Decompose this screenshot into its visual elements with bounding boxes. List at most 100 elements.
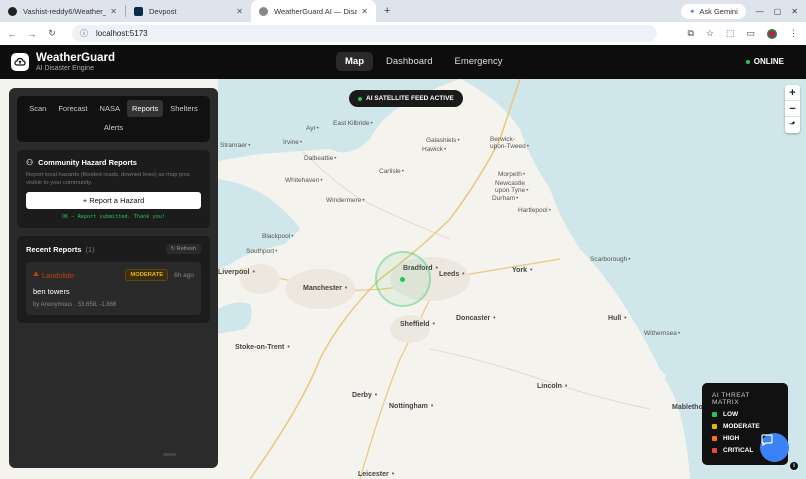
ask-gemini-label: Ask Gemini xyxy=(699,6,738,16)
tab-title: Devpost xyxy=(149,6,177,16)
tab-reports[interactable]: Reports xyxy=(126,100,164,117)
city-label: Galashiels xyxy=(426,137,460,144)
city-label: Scarborough xyxy=(590,256,631,263)
report-hazard-button[interactable]: + Report a Hazard xyxy=(26,192,201,209)
city-label: Morpeth xyxy=(498,171,525,178)
tab-alerts[interactable]: Alerts xyxy=(99,119,128,136)
city-label: Southport xyxy=(246,248,277,255)
city-label: Derby xyxy=(352,392,377,399)
severity-badge: MODERATE xyxy=(125,269,169,281)
recent-reports-heading: Recent Reports (1) xyxy=(26,245,95,254)
community-reports-title: Community Hazard Reports xyxy=(38,158,137,167)
app-header: WeatherGuard AI Disaster Engine Map Dash… xyxy=(0,45,806,79)
legend-label: HIGH xyxy=(723,435,740,442)
city-label: Doncaster xyxy=(456,315,496,322)
status-dot xyxy=(745,59,750,64)
feed-status-dot xyxy=(358,96,362,101)
app-name: WeatherGuard xyxy=(36,51,116,64)
minimize-icon[interactable]: — xyxy=(756,7,764,16)
recent-reports-count: (1) xyxy=(85,244,95,254)
legend-label: LOW xyxy=(723,411,739,418)
chat-button[interactable] xyxy=(760,433,789,462)
recent-reports-title: Recent Reports xyxy=(26,244,82,254)
close-icon[interactable]: ✕ xyxy=(361,7,368,16)
zoom-out-button[interactable]: − xyxy=(785,101,800,117)
nav-emergency[interactable]: Emergency xyxy=(445,52,511,71)
extensions-icon[interactable]: ⬚ xyxy=(726,28,735,39)
github-icon xyxy=(8,6,17,16)
legend-swatch xyxy=(712,424,717,429)
report-item[interactable]: ⛰ Landslide MODERATE 6h ago ben towers b… xyxy=(26,262,201,315)
submit-confirmation: OK — Report submitted. Thank you! xyxy=(61,214,166,220)
ask-gemini-button[interactable]: ✦ Ask Gemini xyxy=(681,3,746,19)
refresh-button[interactable]: ↻ Refresh xyxy=(165,244,201,254)
zoom-controls: + − ⬏ xyxy=(785,85,800,133)
landslide-icon: ⛰ xyxy=(33,271,39,278)
window-controls: ✦ Ask Gemini — ▢ ✕ xyxy=(681,0,806,22)
report-type-label: Landslide xyxy=(41,270,74,280)
city-label: Withernsea xyxy=(644,330,680,337)
community-reports-description: Report local hazards (flooded roads, dow… xyxy=(26,172,190,186)
brand: WeatherGuard AI Disaster Engine xyxy=(36,52,115,73)
attribution-info-icon[interactable]: i xyxy=(790,462,798,470)
bookmark-star-icon[interactable]: ☆ xyxy=(706,28,714,39)
profile-avatar[interactable] xyxy=(767,28,777,39)
legend-swatch xyxy=(712,448,717,453)
menu-icon[interactable]: ⋮ xyxy=(789,28,798,39)
back-icon[interactable]: ← xyxy=(2,29,22,39)
main-nav: Map Dashboard Emergency xyxy=(336,52,512,71)
address-bar-row: ← → ↻ ⓘ localhost:5173 ⧉ ☆ ⬚ ▭ ⋮ xyxy=(0,22,806,45)
close-icon[interactable]: ✕ xyxy=(236,7,243,16)
panel-tabs: Scan Forecast NASA Reports Shelters Aler… xyxy=(17,96,210,142)
city-label: Sheffield xyxy=(400,321,435,328)
browser-tab-weatherguard[interactable]: WeatherGuard AI — Disaster Pr... ✕ xyxy=(251,0,376,22)
browser-toolbar-icons: ⧉ ☆ ⬚ ▭ ⋮ xyxy=(687,22,798,45)
app-subtitle: AI Disaster Engine xyxy=(36,64,94,72)
nav-dashboard[interactable]: Dashboard xyxy=(377,52,441,71)
zoom-in-button[interactable]: + xyxy=(785,85,800,101)
legend-swatch xyxy=(712,436,717,441)
tab-title: WeatherGuard AI — Disaster Pr... xyxy=(274,6,358,16)
city-label: Manchester xyxy=(303,285,347,292)
panel-scrollbar[interactable] xyxy=(163,453,176,456)
maximize-icon[interactable]: ▢ xyxy=(774,7,782,16)
reset-bearing-icon[interactable]: ⬏ xyxy=(785,117,800,133)
browser-tab-github[interactable]: Vashist-reddy6/Weather_Proje... ✕ xyxy=(0,0,125,22)
cloud-logo-icon xyxy=(11,53,29,71)
tab-shelters[interactable]: Shelters xyxy=(165,100,203,117)
city-label: Stranraer xyxy=(220,142,250,149)
sidebar-icon[interactable]: ▭ xyxy=(746,28,755,39)
tab-nasa[interactable]: NASA xyxy=(95,100,125,117)
site-info-icon[interactable]: ⓘ xyxy=(80,28,88,39)
city-label: Newcastle upon Tyne xyxy=(495,180,535,194)
city-label: Stoke-on-Trent xyxy=(235,344,290,351)
browser-tab-bar: Vashist-reddy6/Weather_Proje... ✕ Devpos… xyxy=(0,0,806,22)
city-label: Lincoln xyxy=(537,383,567,390)
side-panel: Scan Forecast NASA Reports Shelters Aler… xyxy=(9,88,218,468)
legend-label: CRITICAL xyxy=(723,447,754,454)
community-reports-heading: ⚇ Community Hazard Reports xyxy=(26,158,201,167)
nav-map[interactable]: Map xyxy=(336,52,373,71)
hazard-marker[interactable] xyxy=(400,277,405,282)
city-label: Whitehaven xyxy=(285,177,323,184)
city-label: Leicester xyxy=(358,471,394,478)
window-close-icon[interactable]: ✕ xyxy=(791,7,798,16)
satellite-feed-badge: AI SATELLITE FEED ACTIVE xyxy=(349,90,463,107)
weatherguard-favicon-icon xyxy=(259,6,268,16)
reload-icon[interactable]: ↻ xyxy=(42,28,62,39)
new-tab-icon[interactable]: + xyxy=(384,5,390,17)
browser-tab-devpost[interactable]: Devpost ✕ xyxy=(126,0,251,22)
tab-scan[interactable]: Scan xyxy=(24,100,51,117)
close-icon[interactable]: ✕ xyxy=(110,7,117,16)
report-item-header: ⛰ Landslide MODERATE 6h ago xyxy=(33,269,194,281)
forward-icon[interactable]: → xyxy=(22,29,42,39)
recent-reports-card: Recent Reports (1) ↻ Refresh ⛰ Landslide … xyxy=(17,236,210,323)
city-label: Nottingham xyxy=(389,403,433,410)
map-canvas[interactable]: Ayr East Kilbride Irvine Galashiels Berw… xyxy=(0,79,806,479)
cast-icon[interactable]: ⧉ xyxy=(687,28,693,39)
url-field[interactable]: ⓘ localhost:5173 xyxy=(72,25,657,42)
city-label: Ayr xyxy=(306,125,319,132)
tab-forecast[interactable]: Forecast xyxy=(53,100,92,117)
report-type: ⛰ Landslide xyxy=(33,271,74,280)
community-reports-card: ⚇ Community Hazard Reports Report local … xyxy=(17,150,210,228)
